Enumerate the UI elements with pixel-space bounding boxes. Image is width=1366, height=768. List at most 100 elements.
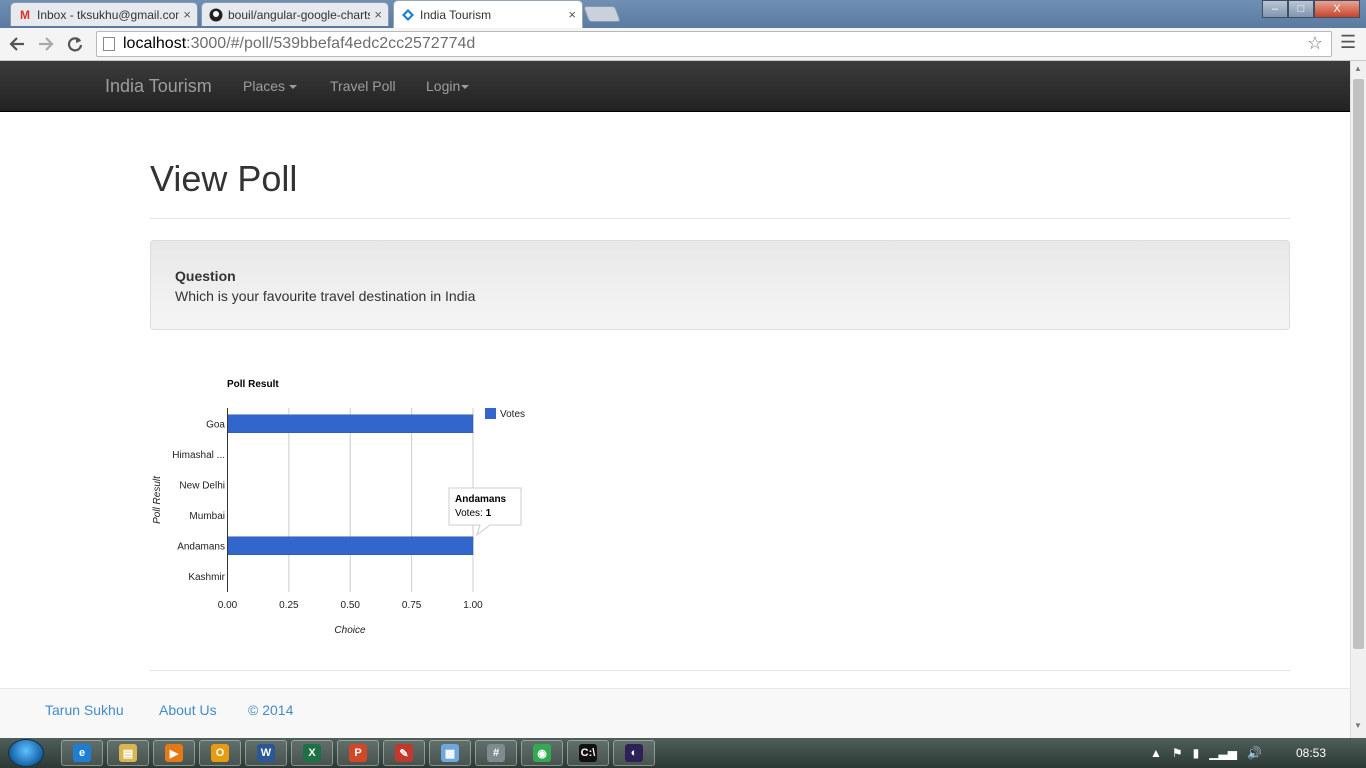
scroll-up-icon[interactable]: ▲ bbox=[1354, 64, 1362, 73]
bookmark-star-icon[interactable]: ☆ bbox=[1307, 33, 1323, 54]
close-tab-icon[interactable]: × bbox=[568, 7, 576, 22]
nav-travel-poll[interactable]: Travel Poll bbox=[330, 78, 396, 94]
chart-x-ticks: 0.00 0.25 0.50 0.75 1.00 bbox=[218, 600, 483, 611]
chart-category-label: Mumbai bbox=[189, 511, 225, 522]
word-icon: W bbox=[257, 744, 275, 762]
close-window-button[interactable]: X bbox=[1314, 0, 1360, 18]
brand-link[interactable]: India Tourism bbox=[105, 76, 212, 97]
tab-gmail-inbox[interactable]: M Inbox - tksukhu@gmail.com × bbox=[10, 2, 198, 26]
taskbar-chrome[interactable]: ◉ bbox=[521, 740, 563, 766]
internet-explorer-icon: e bbox=[73, 744, 91, 762]
page-title: View Poll bbox=[150, 158, 298, 199]
calculator-icon: # bbox=[487, 744, 505, 762]
chart-category-label: Kashmir bbox=[188, 572, 225, 583]
footer-copyright: © 2014 bbox=[248, 702, 294, 718]
chart-x-tick-label: 0.25 bbox=[279, 600, 299, 611]
scroll-down-icon[interactable]: ▼ bbox=[1354, 721, 1362, 730]
browser-tab-strip: M Inbox - tksukhu@gmail.com × bouil/angu… bbox=[0, 0, 1366, 28]
file-explorer-icon: ▤ bbox=[119, 744, 137, 762]
chart-x-tick-label: 1.00 bbox=[463, 600, 483, 611]
chart-x-axis-label: Choice bbox=[334, 625, 366, 636]
reload-icon[interactable] bbox=[63, 32, 87, 56]
nav-login-dropdown[interactable]: Login bbox=[426, 78, 470, 94]
remote-desktop-icon: ▦ bbox=[441, 744, 459, 762]
outlook-icon: O bbox=[211, 744, 229, 762]
tooltip-value: Votes: 1 bbox=[455, 508, 492, 519]
nav-places-dropdown[interactable]: Places bbox=[243, 78, 298, 94]
tab-title: bouil/angular-google-charts bbox=[228, 7, 371, 22]
tab-india-tourism[interactable]: India Tourism × bbox=[393, 0, 583, 28]
chart-x-tick-label: 0.50 bbox=[341, 600, 361, 611]
chart-category-labels: Goa Himashal ... New Delhi Mumbai Andamans Ka… bbox=[172, 419, 225, 583]
powerpoint-icon: P bbox=[349, 744, 367, 762]
taskbar-eclipse[interactable]: ◐ bbox=[613, 740, 655, 766]
system-tray: ▲ ⚑ ▮ ▁▃▅ 🔊 bbox=[1150, 738, 1262, 768]
taskbar-powerpoint[interactable]: P bbox=[337, 740, 379, 766]
tab-github[interactable]: bouil/angular-google-charts × bbox=[201, 2, 389, 26]
chart-tooltip: Andamans Votes: 1 bbox=[448, 487, 522, 537]
chart-category-label: Andamans bbox=[177, 541, 225, 552]
footer-author-link[interactable]: Tarun Sukhu bbox=[45, 702, 124, 718]
scroll-thumb[interactable] bbox=[1353, 79, 1364, 649]
angular-icon bbox=[400, 7, 416, 23]
footer-divider bbox=[150, 670, 1290, 671]
chart-bar[interactable] bbox=[227, 414, 474, 433]
taskbar-word[interactable]: W bbox=[245, 740, 287, 766]
network-signal-icon[interactable]: ▁▃▅ bbox=[1209, 746, 1237, 760]
power-icon[interactable]: ▮ bbox=[1193, 746, 1200, 760]
url-host: localhost bbox=[123, 35, 187, 52]
close-tab-icon[interactable]: × bbox=[374, 7, 382, 22]
chart-category-label: Himashal ... bbox=[172, 450, 225, 461]
forward-arrow-icon[interactable] bbox=[34, 32, 58, 56]
action-center-flag-icon[interactable]: ⚑ bbox=[1172, 746, 1183, 760]
tooltip-label: Votes: bbox=[455, 508, 486, 519]
taskbar-clock[interactable]: 08:53 bbox=[1296, 746, 1326, 760]
new-tab-button[interactable] bbox=[583, 6, 621, 22]
legend-swatch bbox=[485, 408, 496, 419]
nav-login-label: Login bbox=[426, 78, 461, 94]
start-button[interactable] bbox=[8, 739, 44, 767]
chart-x-tick-label: 0.00 bbox=[218, 600, 238, 611]
question-label: Question bbox=[175, 268, 236, 284]
taskbar-paint[interactable]: ✎ bbox=[383, 740, 425, 766]
chart-category-label: Goa bbox=[206, 419, 225, 430]
poll-result-chart: Poll Result Goa Himashal ... New Delhi Mumb… bbox=[152, 379, 525, 636]
nav-places-label: Places bbox=[243, 78, 286, 94]
legend-label: Votes bbox=[500, 409, 525, 420]
page-icon bbox=[103, 37, 115, 51]
footer-about-link[interactable]: About Us bbox=[159, 702, 217, 718]
taskbar-outlook[interactable]: O bbox=[199, 740, 241, 766]
taskbar-media-player[interactable]: ▶ bbox=[153, 740, 195, 766]
minimize-button[interactable]: – bbox=[1262, 0, 1288, 18]
command-prompt-icon: C:\ bbox=[579, 744, 597, 762]
taskbar-remote-desktop[interactable]: ▦ bbox=[429, 740, 471, 766]
chart-bar[interactable] bbox=[227, 536, 474, 555]
maximize-button[interactable]: □ bbox=[1288, 0, 1314, 18]
excel-icon: X bbox=[303, 744, 321, 762]
browser-menu-icon[interactable]: ☰ bbox=[1340, 32, 1356, 53]
tab-title: Inbox - tksukhu@gmail.com bbox=[37, 7, 180, 22]
paint-icon: ✎ bbox=[395, 744, 413, 762]
address-bar[interactable]: localhost:3000/#/poll/539bbefaf4edc2cc25… bbox=[96, 31, 1332, 57]
taskbar-command-prompt[interactable]: C:\ bbox=[567, 740, 609, 766]
chart-title: Poll Result bbox=[227, 379, 279, 390]
caret-down-icon bbox=[461, 85, 470, 90]
windows-taskbar: e ▤ ▶ O W X P ✎ ▦ # ◉ C:\ ◐ ▲ ⚑ ▮ ▁▃▅ 🔊 08:53 bbox=[0, 738, 1366, 768]
tray-expand-icon[interactable]: ▲ bbox=[1150, 746, 1162, 760]
back-arrow-icon[interactable] bbox=[5, 32, 29, 56]
tooltip-title: Andamans bbox=[455, 494, 507, 505]
question-text: Which is your favourite travel destinati… bbox=[175, 288, 476, 304]
page-scrollbar[interactable]: ▲ ▼ bbox=[1350, 61, 1366, 738]
eclipse-icon: ◐ bbox=[625, 744, 643, 762]
chrome-icon: ◉ bbox=[533, 744, 551, 762]
taskbar-file-explorer[interactable]: ▤ bbox=[107, 740, 149, 766]
taskbar-internet-explorer[interactable]: e bbox=[61, 740, 103, 766]
chart-y-axis-label: Poll Result bbox=[152, 475, 163, 524]
tooltip-number: 1 bbox=[486, 508, 492, 519]
volume-icon[interactable]: 🔊 bbox=[1247, 746, 1262, 760]
close-tab-icon[interactable]: × bbox=[183, 7, 191, 22]
taskbar-excel[interactable]: X bbox=[291, 740, 333, 766]
browser-toolbar: localhost:3000/#/poll/539bbefaf4edc2cc25… bbox=[0, 28, 1366, 61]
site-navbar: India Tourism Places Travel Poll Login bbox=[0, 61, 1350, 112]
taskbar-calculator[interactable]: # bbox=[475, 740, 517, 766]
